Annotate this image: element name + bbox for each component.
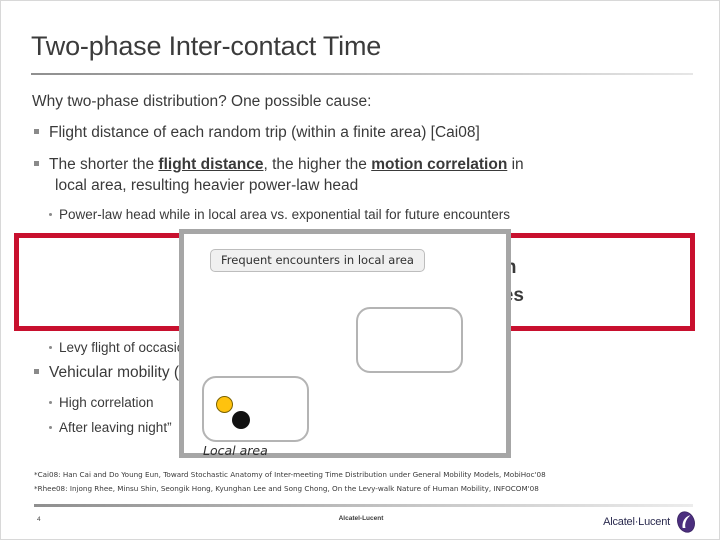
bullet-text-segment-2: , the higher the (263, 156, 372, 173)
bullet-dot-icon (49, 213, 52, 216)
bullet-shorter-distance-continuation: local area, resulting heavier power-law … (34, 177, 358, 195)
title-divider (31, 73, 693, 75)
footnote-cai08: *Cai08: Han Cai and Do Young Eun, Toward… (34, 470, 546, 479)
bullet-text-segment-1: The shorter the (49, 156, 159, 173)
local-area-caption: Local area (203, 443, 268, 458)
emphasis-motion-correlation: motion correlation (371, 156, 508, 173)
subbullet-power-law-head: Power-law head while in local area vs. e… (49, 207, 510, 222)
emphasis-flight-distance: flight distance (158, 156, 264, 173)
slide-canvas: Two-phase Inter-contact Time Why two-pha… (0, 0, 720, 540)
bullet-dot-icon (49, 401, 52, 404)
illustration-overlay-panel: Frequent encounters in local area Local … (179, 229, 511, 458)
bullet-square-icon (34, 161, 39, 166)
bullet-label: Flight distance of each random trip (wit… (49, 124, 480, 141)
footnote-rhee08: *Rhee08: Injong Rhee, Minsu Shin, Seongi… (34, 484, 539, 493)
bullet-dot-icon (49, 426, 52, 429)
node-yellow-marker (216, 396, 233, 413)
subbullet-label: Power-law head while in local area vs. e… (59, 207, 510, 222)
bullet-text-segment-3: in (507, 156, 524, 173)
subbullet-high-correlation: High correlation (49, 395, 154, 410)
bullet-square-icon (34, 129, 39, 134)
frequent-encounters-label: Frequent encounters in local area (210, 249, 425, 272)
bullet-square-icon (34, 369, 39, 374)
brand-name: Alcatel·Lucent (603, 516, 670, 528)
alcatel-lucent-logo-icon (677, 511, 695, 533)
node-black-marker (232, 411, 250, 429)
remote-area-rectangle (356, 307, 463, 373)
lead-text: Why two-phase distribution? One possible… (32, 93, 372, 110)
page-title: Two-phase Inter-contact Time (31, 31, 382, 61)
bullet-shorter-distance: The shorter the flight distance, the hig… (34, 156, 524, 174)
subbullet-after-leaving: After leaving night” (49, 420, 172, 435)
bullet-flight-distance: Flight distance of each random trip (wit… (34, 124, 480, 142)
bullet-dot-icon (49, 346, 52, 349)
subbullet-label: High correlation (59, 395, 154, 410)
bullet-continuation-label: local area, resulting heavier power-law … (55, 177, 359, 194)
footer-divider (34, 504, 693, 507)
brand-lockup: Alcatel·Lucent (603, 511, 697, 533)
subbullet-label: After leaving night” (59, 420, 172, 435)
